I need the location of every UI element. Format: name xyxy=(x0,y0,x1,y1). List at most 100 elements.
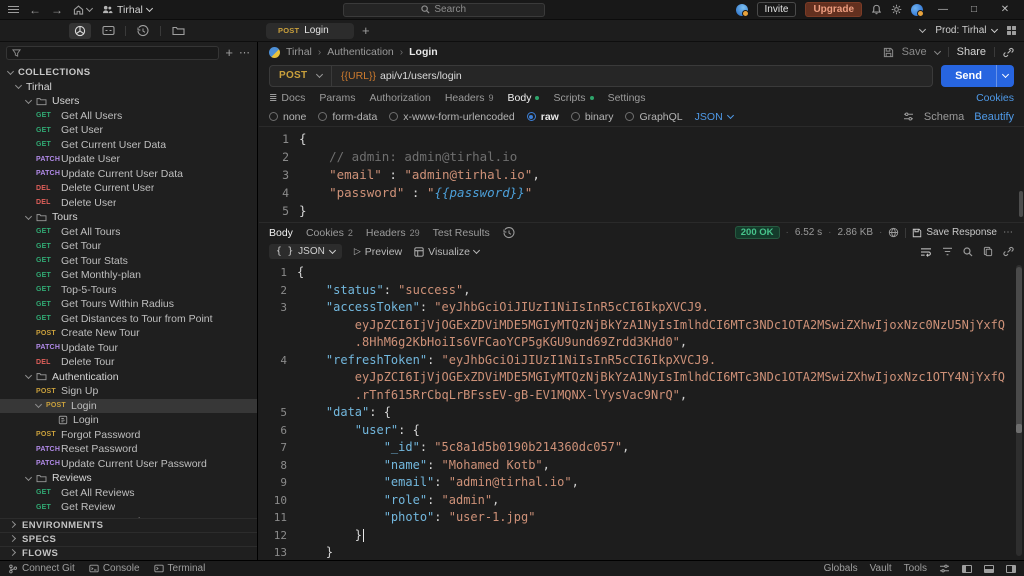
toggle-left-panel-icon[interactable] xyxy=(962,565,972,573)
tree-item[interactable]: DELDelete Current User xyxy=(0,181,257,196)
invite-button[interactable]: Invite xyxy=(757,2,797,17)
request-body-editor[interactable]: 1{2 // admin: admin@tirhal.io3 "email" :… xyxy=(259,126,1024,222)
tree-item[interactable]: GETGet All Users xyxy=(0,109,257,124)
saved-example-item[interactable]: Login xyxy=(0,413,257,428)
tree-item[interactable]: DELDelete Tour xyxy=(0,355,257,370)
tree-item[interactable]: GETGet Monthly-plan xyxy=(0,268,257,283)
toggle-right-panel-icon[interactable] xyxy=(1006,565,1016,573)
workspace-switcher[interactable]: Tirhal xyxy=(102,4,152,16)
copy-link-icon[interactable] xyxy=(1003,47,1014,58)
network-globe-icon[interactable] xyxy=(888,227,899,238)
response-time[interactable]: 6.52 s xyxy=(795,227,822,238)
send-button[interactable]: Send xyxy=(941,65,1014,87)
collections-section-header[interactable]: COLLECTIONS xyxy=(0,65,257,80)
tree-item[interactable]: Tirhal xyxy=(0,80,257,95)
breadcrumb-folder[interactable]: Authentication xyxy=(327,46,394,58)
tree-item[interactable]: GETGet Current User Data xyxy=(0,138,257,153)
folder-view-icon[interactable] xyxy=(167,23,189,39)
environments-icon[interactable] xyxy=(97,23,119,39)
history-icon[interactable] xyxy=(132,23,154,39)
link-icon[interactable] xyxy=(1003,246,1014,257)
tree-item[interactable]: POSTSign Up xyxy=(0,384,257,399)
open-request-tab[interactable]: POST Login xyxy=(266,23,354,39)
schema-button[interactable]: Schema xyxy=(924,111,964,123)
request-tab-settings[interactable]: Settings xyxy=(608,92,646,104)
tree-item[interactable]: PATCHUpdate Tour xyxy=(0,341,257,356)
save-button[interactable]: Save xyxy=(902,46,927,58)
app-menu-button[interactable] xyxy=(8,6,19,13)
response-tab-headers[interactable]: Headers29 xyxy=(366,227,420,239)
tree-item[interactable]: GETGet Tour Stats xyxy=(0,254,257,269)
tree-item[interactable]: Reviews xyxy=(0,471,257,486)
sidebar-section-specs[interactable]: SPECS xyxy=(0,532,257,546)
tree-item[interactable]: GETGet Tours Within Radius xyxy=(0,297,257,312)
tree-item[interactable]: PATCHReset Password xyxy=(0,442,257,457)
save-response-button[interactable]: Save Response xyxy=(912,227,997,238)
tree-item[interactable]: DELDelete User xyxy=(0,196,257,211)
tree-item[interactable]: Users xyxy=(0,94,257,109)
response-tab-test-results[interactable]: Test Results xyxy=(433,227,490,239)
tree-item[interactable]: GETGet All Reviews xyxy=(0,486,257,501)
collections-icon[interactable] xyxy=(69,23,91,39)
notifications-bell-icon[interactable] xyxy=(871,4,882,15)
tree-item[interactable]: GETGet Distances to Tour from Point xyxy=(0,312,257,327)
sidebar-section-environments[interactable]: ENVIRONMENTS xyxy=(0,518,257,532)
status-badge[interactable]: 200 OK xyxy=(735,226,780,239)
terminal-button[interactable]: Terminal xyxy=(154,563,206,574)
tree-item[interactable]: PATCHUpdate User xyxy=(0,152,257,167)
env-collapse-chevron-icon[interactable] xyxy=(919,26,926,33)
response-size[interactable]: 2.86 KB xyxy=(837,227,873,238)
tree-item[interactable]: Tours xyxy=(0,210,257,225)
filter-lines-icon[interactable] xyxy=(942,247,953,256)
url-input[interactable]: {{URL}} api/v1/users/login xyxy=(332,70,471,82)
response-scrollbar-thumb[interactable] xyxy=(1016,267,1022,427)
body-mode-x-www-form-urlencoded[interactable]: x-www-form-urlencoded xyxy=(389,111,514,123)
request-tab-docs[interactable]: ≣Docs xyxy=(269,92,305,104)
tree-item[interactable]: GETGet Review xyxy=(0,500,257,515)
globals-button[interactable]: Globals xyxy=(824,563,858,574)
tree-item[interactable]: POSTLogin xyxy=(0,399,257,414)
settings-gear-icon[interactable] xyxy=(891,4,902,15)
response-format-selector[interactable]: { } JSON xyxy=(269,244,342,259)
send-options-chevron[interactable] xyxy=(996,65,1014,87)
raw-language-selector[interactable]: JSON xyxy=(695,111,733,123)
cookies-link[interactable]: Cookies xyxy=(976,92,1014,104)
back-button[interactable]: ← xyxy=(29,4,41,16)
request-tab-headers[interactable]: Headers9 xyxy=(445,92,494,104)
response-tab-body[interactable]: Body xyxy=(269,227,293,239)
body-mode-form-data[interactable]: form-data xyxy=(318,111,377,123)
editor-scrollbar[interactable] xyxy=(1019,191,1023,217)
tree-item[interactable]: PATCHUpdate Current User Password xyxy=(0,457,257,472)
new-tab-button[interactable]: + xyxy=(362,24,370,37)
tree-item[interactable]: Authentication xyxy=(0,370,257,385)
response-more-actions-button[interactable]: ⋯ xyxy=(1003,227,1014,238)
upgrade-button[interactable]: Upgrade xyxy=(805,2,862,17)
window-minimize-button[interactable]: — xyxy=(932,4,954,15)
response-tab-cookies[interactable]: Cookies2 xyxy=(306,227,353,239)
share-button[interactable]: Share xyxy=(957,46,986,58)
connect-git-button[interactable]: Connect Git xyxy=(8,563,75,574)
wrap-text-icon[interactable] xyxy=(920,247,932,257)
tree-item[interactable]: GETGet Tour xyxy=(0,239,257,254)
sync-icon[interactable] xyxy=(736,4,748,16)
environment-selector[interactable]: Prod: Tirhal xyxy=(935,25,996,36)
collection-filter-input[interactable] xyxy=(6,46,219,60)
window-maximize-button[interactable]: □ xyxy=(963,4,985,15)
preview-button[interactable]: ▷ Preview xyxy=(354,246,402,258)
user-avatar[interactable] xyxy=(911,4,923,16)
tree-item[interactable]: GETTop-5-Tours xyxy=(0,283,257,298)
global-search[interactable]: Search xyxy=(343,3,545,17)
sidebar-section-flows[interactable]: FLOWS xyxy=(0,546,257,560)
tree-item[interactable]: GETGet All Tours xyxy=(0,225,257,240)
body-mode-raw[interactable]: raw xyxy=(527,111,559,123)
console-button[interactable]: Console xyxy=(89,563,140,574)
tree-item[interactable]: PATCHUpdate Current User Data xyxy=(0,167,257,182)
copy-icon[interactable] xyxy=(983,246,993,257)
sidebar-more-actions-button[interactable]: ⋯ xyxy=(239,46,251,59)
request-tab-body[interactable]: Body xyxy=(508,92,540,104)
response-body-viewer[interactable]: 1{2 "status": "success",3 "accessToken":… xyxy=(259,261,1024,560)
forward-button[interactable]: → xyxy=(51,4,63,16)
tools-button[interactable]: Tools xyxy=(904,563,927,574)
tree-item[interactable]: POSTForgot Password xyxy=(0,428,257,443)
breadcrumb-collection[interactable]: Tirhal xyxy=(286,46,312,58)
